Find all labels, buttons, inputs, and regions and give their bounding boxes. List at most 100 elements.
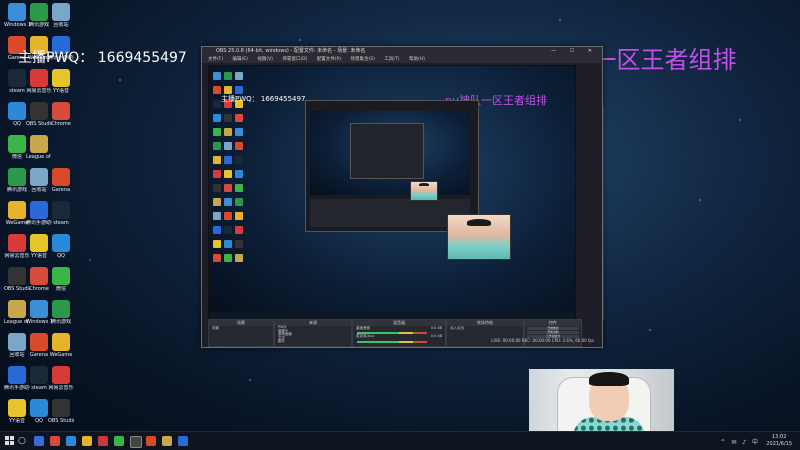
preview-desktop-icon	[235, 72, 243, 80]
streamer-hair	[589, 372, 629, 386]
desktop-shortcut-label: 网易云音乐	[48, 385, 74, 391]
obs-icon	[52, 399, 70, 417]
preview-desktop-icon	[213, 212, 221, 220]
mixer-channel-name: 桌面音频	[356, 326, 370, 330]
wegame-icon	[52, 333, 70, 351]
preview-desktop-icon	[235, 198, 243, 206]
nested-preview-recursive	[350, 123, 424, 179]
game-icon	[30, 3, 48, 21]
desktop-shortcut-label: Chrome	[51, 121, 71, 127]
preview-desktop-icon	[235, 212, 243, 220]
desktop-shortcut-label: Garena	[51, 187, 71, 193]
obs-taskbar-icon[interactable]	[130, 436, 142, 448]
garena-taskbar-icon[interactable]	[146, 436, 156, 446]
wechat-icon	[8, 135, 26, 153]
preview-desktop-icon	[224, 254, 232, 262]
desktop-shortcut[interactable]: Chrome	[48, 102, 74, 127]
preview-desktop-icon	[224, 142, 232, 150]
chrome-icon	[30, 267, 48, 285]
steam-icon	[8, 69, 26, 87]
scene-item[interactable]: 场景	[209, 326, 273, 331]
wechat-taskbar-icon[interactable]	[114, 436, 124, 446]
chrome-taskbar-icon[interactable]	[50, 436, 60, 446]
menu-scene-collection[interactable]: 场景集合(S)	[350, 57, 374, 62]
preview-desktop-icon	[224, 212, 232, 220]
steam-icon	[30, 366, 48, 384]
computer-icon	[30, 300, 48, 318]
desktop-shortcut[interactable]: League of Legends	[26, 135, 52, 160]
qq-icon	[30, 399, 48, 417]
desktop-shortcut-label: QQ	[57, 253, 65, 259]
game-icon	[8, 168, 26, 186]
desktop-shortcut-label: YY语音	[52, 88, 70, 94]
taskbar-clock[interactable]: 13:02 2021/6/15	[766, 434, 792, 448]
desktop-shortcut[interactable]: 微信	[48, 267, 74, 292]
desktop-shortcut-label: steam	[53, 220, 69, 226]
menu-file[interactable]: 文件(F)	[208, 57, 223, 62]
desktop-shortcut[interactable]: 网易云音乐	[48, 366, 74, 391]
desktop-shortcut[interactable]: QQ	[48, 234, 74, 259]
clock-time: 13:02	[771, 434, 787, 440]
preview-desktop-icon	[235, 156, 243, 164]
system-tray[interactable]: ^ ✉ ♪ 中	[720, 437, 760, 446]
windows-taskbar: ○ ^ ✉ ♪ 中 13:02 2021/6/15	[0, 431, 800, 450]
desktop-shortcut[interactable]: steam	[48, 201, 74, 226]
preview-desktop-icon	[235, 114, 243, 122]
desktop-shortcut-label: League of Legends	[26, 154, 52, 160]
obs-status-bar: LIVE: 00:00:00 REC: 00:00:00 CPU: 3.6%, …	[491, 338, 594, 343]
transition-select[interactable]: 淡入淡出	[447, 326, 523, 331]
obs-title-bar[interactable]: OBS 25.0.8 (64-bit, windows) - 配置文件: 未命名…	[202, 47, 602, 56]
obs-window[interactable]: OBS 25.0.8 (64-bit, windows) - 配置文件: 未命名…	[201, 46, 603, 348]
preview-desktop-icon	[235, 86, 243, 94]
desktop-shortcut[interactable]: OBS Studio	[48, 399, 74, 424]
preview-desktop-icon	[224, 184, 232, 192]
obs-preview-canvas[interactable]: 主播PWQ： 1669455497 pu神队一区王者组排	[208, 65, 576, 321]
app-taskbar-icon[interactable]	[178, 436, 188, 446]
qq-taskbar-icon[interactable]	[66, 436, 76, 446]
preview-desktop-icon	[235, 226, 243, 234]
preview-desktop-icon	[213, 142, 221, 150]
preview-desktop-icon	[224, 226, 232, 234]
windows-start-icon[interactable]	[5, 436, 15, 446]
menu-docks[interactable]: 停靠窗口(D)	[282, 57, 307, 62]
preview-streamer-id: 主播PWQ： 1669455497	[221, 95, 306, 103]
recycle-bin-icon	[30, 168, 48, 186]
desktop-shortcut-label: 回收站	[53, 22, 69, 28]
wechat-icon	[52, 267, 70, 285]
menu-tools[interactable]: 工具(T)	[384, 57, 399, 62]
search-icon[interactable]: ○	[18, 436, 28, 446]
task-view-icon[interactable]	[34, 436, 44, 446]
preview-desktop-icon	[224, 128, 232, 136]
menu-profile[interactable]: 配置文件(P)	[317, 57, 341, 62]
folder-taskbar-icon[interactable]	[82, 436, 92, 446]
nested-webcam	[410, 181, 438, 201]
yy-icon	[30, 234, 48, 252]
desktop-shortcut[interactable]: Garena	[48, 168, 74, 193]
menu-edit[interactable]: 编辑(E)	[233, 57, 248, 62]
obs-icon	[8, 267, 26, 285]
desktop-shortcut[interactable]: YY语音	[48, 69, 74, 94]
obs-icon	[30, 102, 48, 120]
recycle-bin-icon	[52, 3, 70, 21]
menu-view[interactable]: 视图(V)	[257, 57, 273, 62]
preview-desktop-icon	[224, 170, 232, 178]
mixer-channel-label: 桌面音频 0.0 dB	[353, 326, 445, 331]
desktop-shortcut[interactable]: 腾讯游戏	[48, 300, 74, 325]
desktop-shortcut-label: 微信	[55, 286, 66, 292]
garena-icon	[52, 168, 70, 186]
window-controls[interactable]: — ☐ ✕	[551, 47, 598, 56]
music-taskbar-icon[interactable]	[98, 436, 108, 446]
desktop-shortcut[interactable]: 回收站	[48, 3, 74, 28]
lol-icon	[8, 300, 26, 318]
preview-desktop-icon	[213, 170, 221, 178]
mixer-meter	[357, 332, 427, 334]
desktop-shortcut[interactable]: WeGame	[48, 333, 74, 358]
lol-taskbar-icon[interactable]	[162, 436, 172, 446]
menu-help[interactable]: 帮助(H)	[409, 57, 425, 62]
nested-docks	[310, 199, 470, 227]
wegame-icon	[8, 201, 26, 219]
music-icon	[52, 366, 70, 384]
mixer-channel-db: 0.0 dB	[430, 326, 442, 330]
steam-icon	[52, 201, 70, 219]
music-icon	[8, 234, 26, 252]
